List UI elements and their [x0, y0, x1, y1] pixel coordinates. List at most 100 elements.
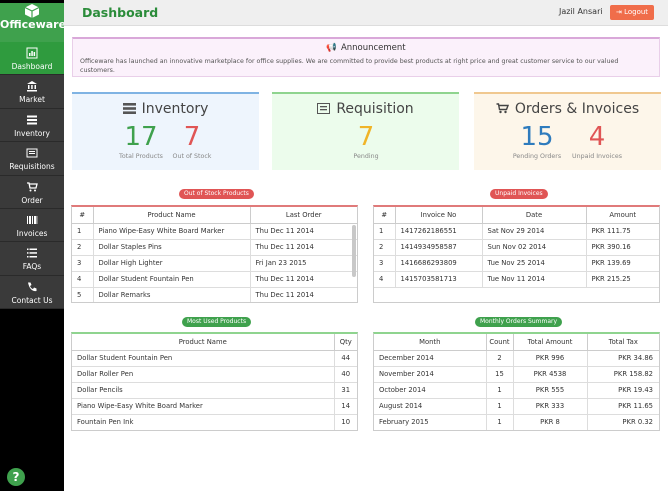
col-product-name: Product Name: [93, 207, 251, 224]
cell: PKR 34.86: [587, 350, 659, 367]
cell: 4: [374, 271, 396, 288]
user-name: Jazil Ansari: [559, 7, 603, 16]
cell: PKR 555: [513, 382, 588, 399]
help-icon[interactable]: ?: [7, 468, 25, 486]
cell: 1: [486, 414, 514, 430]
brand[interactable]: Officeware: [0, 3, 66, 42]
cell: Tue Nov 11 2014: [482, 271, 587, 288]
table-row[interactable]: 3 1416686293809 Tue Nov 25 2014 PKR 139.69: [374, 255, 659, 272]
most-used-badge: Most Used Products: [182, 317, 252, 327]
cell: 15: [486, 366, 514, 383]
cell: PKR 996: [513, 350, 588, 367]
cell: Sun Nov 02 2014: [482, 239, 587, 256]
nav-label: Order: [21, 195, 43, 205]
nav-dashboard[interactable]: Dashboard: [0, 42, 64, 76]
nav-requisitions[interactable]: Requisitions: [0, 142, 64, 176]
cell: 3: [374, 255, 396, 272]
logout-button[interactable]: ⇥ Logout: [610, 5, 654, 20]
nav-market[interactable]: Market: [0, 75, 64, 109]
table-row[interactable]: February 2015 1 PKR 8 PKR 0.32: [374, 414, 659, 430]
inventory-card[interactable]: Inventory 17 Total Products 7 Out of Sto…: [72, 92, 259, 170]
table-row[interactable]: 5 Dollar Remarks Thu Dec 11 2014: [72, 287, 357, 302]
pending-value: 7: [357, 122, 375, 152]
requisition-card[interactable]: Requisition 7 Pending: [272, 92, 459, 170]
cell: 2: [72, 239, 94, 256]
table-row[interactable]: 1 1417262186551 Sat Nov 29 2014 PKR 111.75: [374, 223, 659, 240]
unpaid-invoices-badge: Unpaid Invoices: [490, 189, 548, 199]
table-row[interactable]: 4 1415703581713 Tue Nov 11 2014 PKR 215.25: [374, 271, 659, 288]
nav-contact-us[interactable]: Contact Us: [0, 275, 64, 310]
cell: October 2014: [374, 382, 487, 399]
announcement-panel: 📢 Announcement Officeware has launched an…: [72, 37, 660, 77]
list-alt-icon: [317, 103, 331, 114]
cell: December 2014: [374, 350, 487, 367]
table-row[interactable]: August 2014 1 PKR 333 PKR 11.65: [374, 398, 659, 415]
phone-icon: [0, 281, 64, 294]
cell: August 2014: [374, 398, 487, 415]
out-of-stock-badge: Out of Stock Products: [179, 189, 254, 199]
cell: Dollar Student Fountain Pen: [72, 350, 335, 367]
most-used-table: Product Name Qty Dollar Student Fountain…: [71, 332, 358, 431]
nav-label: Invoices: [16, 228, 48, 238]
nav-inventory[interactable]: Inventory: [0, 108, 64, 143]
cell: November 2014: [374, 366, 487, 383]
nav-label: Market: [19, 95, 45, 105]
out-of-stock-label: Out of Stock: [172, 153, 212, 160]
top-bar: Dashboard Jazil Ansari ⇥ Logout: [64, 0, 668, 26]
cell: 2: [374, 239, 396, 256]
cell: 4: [72, 271, 94, 288]
cell: Fountain Pen Ink: [72, 414, 335, 430]
nav-order[interactable]: Order: [0, 175, 64, 209]
nav-faqs[interactable]: FAQs: [0, 242, 64, 276]
table-row[interactable]: 4 Dollar Student Fountain Pen Thu Dec 11 2…: [72, 271, 357, 288]
inventory-card-title: Inventory: [72, 101, 259, 117]
table-row[interactable]: Dollar Student Fountain Pen 44: [72, 350, 357, 367]
table-row[interactable]: 3 Dollar High Lighter Fri Jan 23 2015: [72, 255, 357, 272]
cell: 40: [334, 366, 357, 383]
table-row[interactable]: Dollar Roller Pen 40: [72, 366, 357, 383]
table-row[interactable]: Piano Wipe-Easy White Board Marker 14: [72, 398, 357, 415]
col-number: #: [72, 207, 94, 224]
cell: PKR 8: [513, 414, 588, 430]
table-row[interactable]: Dollar Pencils 31: [72, 382, 357, 399]
table-row[interactable]: 2 1414934958587 Sun Nov 02 2014 PKR 390.16: [374, 239, 659, 256]
col-month: Month: [374, 334, 487, 351]
monthly-summary-table: Month Count Total Amount Total Tax Decem…: [373, 332, 660, 431]
table-row[interactable]: November 2014 15 PKR 4538 PKR 158.82: [374, 366, 659, 383]
cell: Dollar Staples Pins: [93, 239, 251, 256]
cell: 1417262186551: [395, 223, 483, 240]
scrollbar[interactable]: [352, 225, 356, 277]
cell: 44: [334, 350, 357, 367]
table-row[interactable]: 2 Dollar Staples Pins Thu Dec 11 2014: [72, 239, 357, 256]
col-qty: Qty: [334, 334, 357, 351]
cell: Sat Nov 29 2014: [482, 223, 587, 240]
cell: February 2015: [374, 414, 487, 430]
logout-label: Logout: [624, 8, 649, 16]
cell: Thu Dec 11 2014: [250, 287, 357, 302]
logout-icon: ⇥: [615, 8, 625, 16]
cell: 1: [486, 398, 514, 415]
list-alt-icon: [0, 147, 64, 160]
table-row[interactable]: December 2014 2 PKR 996 PKR 34.86: [374, 350, 659, 367]
sidebar: Officeware Dashboard Market Inventory Re…: [0, 0, 66, 491]
orders-invoices-card[interactable]: Orders & Invoices 15 Pending Orders 4 Un…: [474, 92, 661, 170]
cell: PKR 139.69: [586, 255, 659, 272]
table-row[interactable]: Fountain Pen Ink 10: [72, 414, 357, 430]
cell: 1: [374, 223, 396, 240]
cell: 3: [72, 255, 94, 272]
cell: Dollar Student Fountain Pen: [93, 271, 251, 288]
pending-orders-value: 15: [520, 122, 554, 152]
cell: 14: [334, 398, 357, 415]
barcode-icon: [0, 214, 64, 227]
announcement-title-text: Announcement: [340, 43, 406, 53]
nav-label: Dashboard: [11, 62, 53, 71]
unpaid-invoices-label: Unpaid Invoices: [572, 153, 622, 160]
cart-icon: [496, 103, 509, 114]
tasks-icon: [122, 103, 136, 114]
cell: Thu Dec 11 2014: [250, 239, 357, 256]
col-number: #: [374, 207, 396, 224]
out-of-stock-table: # Product Name Last Order 1 Piano Wipe-Ea…: [71, 205, 358, 303]
nav-invoices[interactable]: Invoices: [0, 208, 64, 243]
table-row[interactable]: October 2014 1 PKR 555 PKR 19.43: [374, 382, 659, 399]
table-row[interactable]: 1 Piano Wipe-Easy White Board Marker Thu D…: [72, 223, 357, 240]
